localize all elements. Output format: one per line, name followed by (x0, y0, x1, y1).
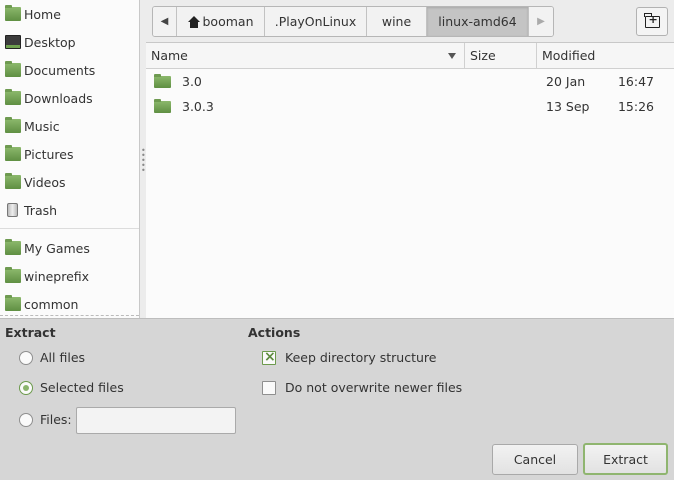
checkbox-checked[interactable] (262, 349, 276, 365)
sidebar-item-label: common (24, 296, 79, 312)
sidebar-item-videos[interactable]: Videos (0, 168, 139, 196)
path-segment-label: linux-amd64 (438, 14, 517, 29)
places-sidebar: Home Desktop Documents Downloads Music P… (0, 0, 140, 318)
column-header-name[interactable]: Name (146, 43, 465, 68)
sidebar-item-label: Downloads (24, 90, 93, 106)
sidebar-item-label: Videos (24, 174, 66, 190)
path-segment-linux-amd64[interactable]: linux-amd64 (427, 7, 529, 36)
sidebar-item-desktop[interactable]: Desktop (0, 28, 139, 56)
file-list: Name Size Modified 3.0 20 Jan 16:47 3.0.… (146, 42, 674, 318)
radio-button-selected[interactable] (19, 380, 33, 395)
sidebar-item-label: wineprefix (24, 268, 90, 284)
extract-section-title: Extract (5, 325, 56, 340)
right-arrow-icon: ▶ (537, 16, 545, 27)
file-name-cell: 3.0.3 (146, 98, 465, 114)
sidebar-item-trash[interactable]: Trash (0, 196, 139, 224)
radio-label: All files (40, 350, 86, 365)
path-segment-home[interactable]: booman (177, 7, 265, 36)
sort-descending-icon (448, 53, 456, 59)
location-toolbar: ◀ booman .PlayOnLinux wine linux-amd64 ▶ (146, 0, 674, 42)
folder-icon (154, 73, 171, 88)
folder-icon (5, 239, 21, 255)
folder-icon (5, 267, 21, 283)
sidebar-item-documents[interactable]: Documents (0, 56, 139, 84)
videos-folder-icon (5, 173, 21, 189)
sidebar-item-label: Pictures (24, 146, 74, 162)
sidebar-item-label: Desktop (24, 34, 76, 50)
file-name: 3.0.3 (182, 99, 214, 114)
file-modified-date: 13 Sep (546, 99, 590, 114)
downloads-folder-icon (5, 89, 21, 105)
file-modified-time: 16:47 (617, 74, 654, 89)
sidebar-item-wineprefix[interactable]: wineprefix (0, 262, 139, 290)
file-row[interactable]: 3.0 20 Jan 16:47 (146, 69, 674, 94)
radio-label: Selected files (40, 380, 124, 395)
sidebar-item-label: Trash (24, 202, 58, 218)
column-header-size[interactable]: Size (465, 43, 537, 68)
extract-button[interactable]: Extract (583, 443, 668, 475)
column-header-modified[interactable]: Modified (537, 43, 674, 68)
music-folder-icon (5, 117, 21, 133)
sidebar-item-common[interactable]: common (0, 290, 139, 318)
path-back-button[interactable]: ◀ (153, 7, 177, 36)
sidebar-item-label: Documents (24, 62, 96, 78)
path-forward-button[interactable]: ▶ (529, 7, 553, 36)
pictures-folder-icon (5, 145, 21, 161)
checkbox-label: Do not overwrite newer files (285, 380, 463, 395)
extract-options-panel: Extract All files Selected files Files: … (0, 318, 674, 480)
new-folder-icon (644, 12, 660, 28)
documents-folder-icon (5, 61, 21, 77)
splitter-grip-icon: • • • • • (141, 146, 146, 175)
sidebar-item-label: Music (24, 118, 60, 134)
trash-icon (7, 203, 18, 217)
sidebar-item-downloads[interactable]: Downloads (0, 84, 139, 112)
sidebar-divider (0, 228, 139, 229)
selected-files-radio[interactable]: Selected files (19, 380, 124, 395)
sidebar-item-label: My Games (24, 240, 90, 256)
left-arrow-icon: ◀ (160, 16, 169, 27)
radio-button[interactable] (19, 350, 33, 365)
files-pattern-radio[interactable]: Files: (19, 412, 72, 427)
file-name: 3.0 (182, 74, 202, 89)
path-bar: ◀ booman .PlayOnLinux wine linux-amd64 ▶ (152, 6, 554, 37)
folder-icon (154, 98, 171, 113)
column-header: Name Size Modified (146, 43, 674, 69)
file-row[interactable]: 3.0.3 13 Sep 15:26 (146, 94, 674, 119)
column-label: Name (151, 48, 188, 63)
keep-directory-structure-checkbox[interactable]: Keep directory structure (262, 349, 437, 365)
column-label: Modified (542, 48, 596, 63)
create-folder-button[interactable] (636, 7, 668, 36)
home-folder-icon (5, 5, 21, 21)
sidebar-item-music[interactable]: Music (0, 112, 139, 140)
path-segment-label: wine (381, 14, 412, 29)
folder-icon (5, 295, 21, 311)
all-files-radio[interactable]: All files (19, 350, 85, 365)
file-name-cell: 3.0 (146, 73, 465, 89)
sidebar-item-my-games[interactable]: My Games (0, 234, 139, 262)
path-segment-wine[interactable]: wine (367, 7, 427, 36)
checkbox-unchecked[interactable] (262, 380, 276, 395)
path-segment-label: .PlayOnLinux (274, 14, 357, 29)
actions-section-title: Actions (248, 325, 301, 340)
files-pattern-input[interactable] (76, 407, 236, 434)
path-segment-playonlinux[interactable]: .PlayOnLinux (265, 7, 367, 36)
radio-label: Files: (40, 412, 72, 427)
sidebar-item-home[interactable]: Home (0, 0, 139, 28)
file-modified-date: 20 Jan (546, 74, 586, 89)
do-not-overwrite-checkbox[interactable]: Do not overwrite newer files (262, 380, 462, 395)
desktop-icon (5, 35, 21, 49)
cancel-button[interactable]: Cancel (492, 444, 578, 475)
column-label: Size (470, 48, 496, 63)
sidebar-item-label: Home (24, 6, 61, 22)
sidebar-item-pictures[interactable]: Pictures (0, 140, 139, 168)
file-modified-time: 15:26 (617, 99, 654, 114)
radio-button[interactable] (19, 412, 33, 427)
checkbox-label: Keep directory structure (285, 350, 437, 365)
home-icon (187, 15, 200, 28)
path-segment-label: booman (202, 14, 254, 29)
